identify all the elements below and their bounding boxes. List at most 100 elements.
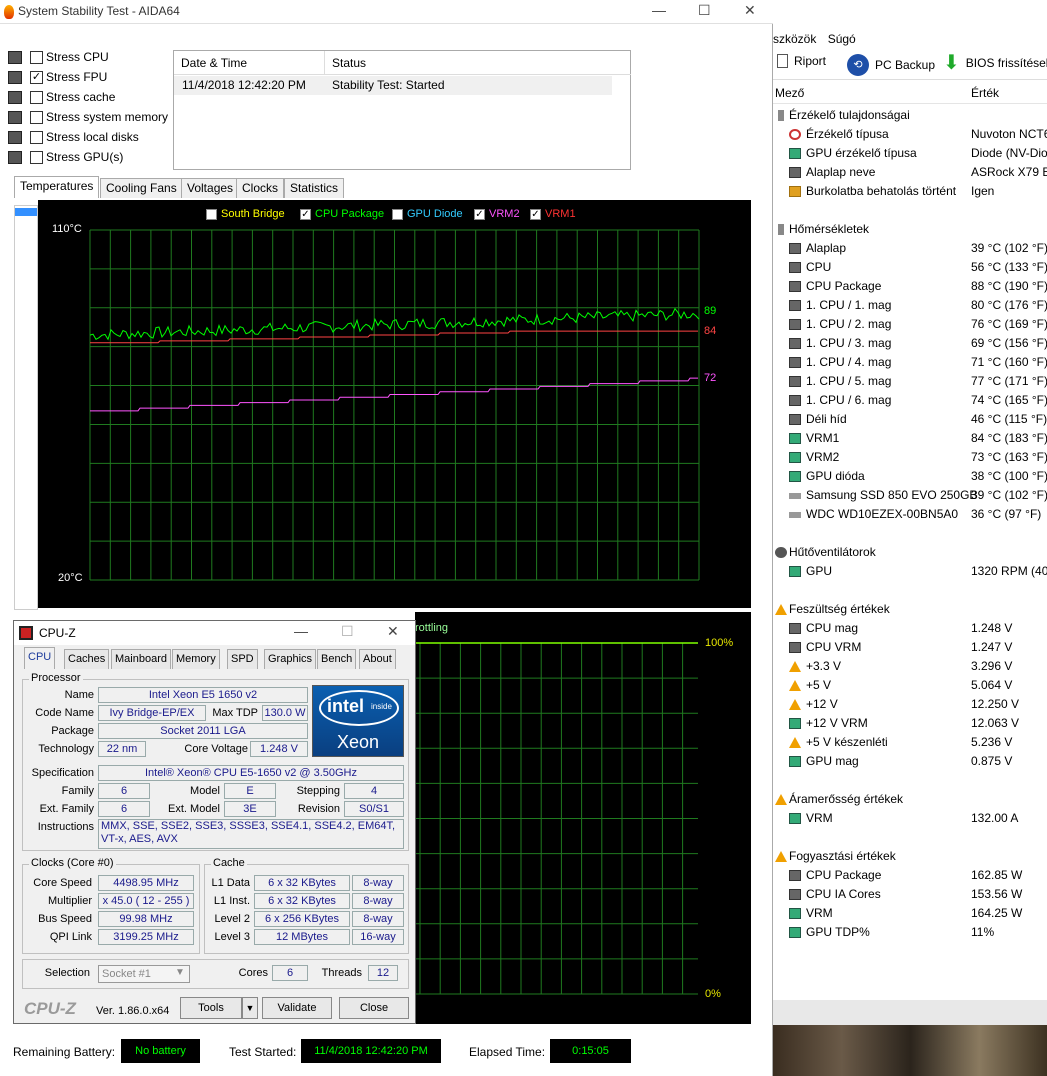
- tab-statistics[interactable]: Statistics: [284, 178, 345, 198]
- sensor-row[interactable]: VRM 164.25 W: [789, 904, 1047, 923]
- stress-option-stress-gpu-s[interactable]: Stress GPU(s): [8, 148, 123, 166]
- cpuz-minimize-button[interactable]: —: [294, 623, 308, 639]
- log-row[interactable]: 11/4/2018 12:42:20 PM Stability Test: St…: [174, 76, 612, 95]
- sensor-row[interactable]: CPU mag 1.248 V: [789, 619, 1047, 638]
- sensor-row[interactable]: Alaplap 39 °C (102 °F): [789, 239, 1047, 258]
- cpuz-window: CPU-Z — ☐ ✕ CPU Caches Mainboard Memory …: [13, 620, 416, 1024]
- sensor-row[interactable]: GPU érzékelő típusa Diode (NV-Dio: [789, 144, 1047, 163]
- gpu-icon: [789, 813, 801, 824]
- sensor-row[interactable]: WDC WD10EZEX-00BN5A0 36 °C (97 °F): [789, 505, 1047, 524]
- sensor-name: +5 V készenléti: [806, 735, 888, 749]
- sensor-row[interactable]: CPU Package 162.85 W: [789, 866, 1047, 885]
- graph-list-scrollbar[interactable]: [14, 205, 38, 610]
- sensor-row[interactable]: VRM 132.00 A: [789, 809, 1047, 828]
- selection-dropdown[interactable]: Socket #1 ▼: [98, 965, 190, 983]
- sensor-section-header[interactable]: Hőmérsékletek: [775, 220, 1045, 239]
- sensor-row[interactable]: +5 V 5.064 V: [789, 676, 1047, 695]
- sensor-row[interactable]: +5 V készenléti 5.236 V: [789, 733, 1047, 752]
- column-header-value[interactable]: Érték: [971, 86, 999, 100]
- sensor-row[interactable]: GPU dióda 38 °C (100 °F): [789, 467, 1047, 486]
- sensor-row[interactable]: 1. CPU / 1. mag 80 °C (176 °F): [789, 296, 1047, 315]
- sensor-row[interactable]: CPU 56 °C (133 °F): [789, 258, 1047, 277]
- tab-clocks[interactable]: Clocks: [236, 178, 285, 198]
- column-header-field[interactable]: Mező: [775, 86, 804, 100]
- tools-dropdown-button[interactable]: ▼: [242, 997, 258, 1019]
- checkbox[interactable]: [30, 130, 43, 144]
- sensor-row[interactable]: GPU 1320 RPM (40%: [789, 562, 1047, 581]
- sensor-row[interactable]: Déli híd 46 °C (115 °F): [789, 410, 1047, 429]
- tab-temperatures[interactable]: Temperatures: [14, 176, 100, 198]
- backup-icon: ⟲: [847, 54, 869, 76]
- sensor-row[interactable]: VRM1 84 °C (183 °F): [789, 429, 1047, 448]
- cpuz-close-button[interactable]: ✕: [387, 623, 399, 640]
- sensor-row[interactable]: Burkolatba behatolás történt Igen: [789, 182, 1047, 201]
- sensor-section-header[interactable]: Áramerősség értékek: [775, 790, 1045, 809]
- sensor-row[interactable]: GPU TDP% 11%: [789, 923, 1047, 942]
- validate-button[interactable]: Validate: [262, 997, 332, 1019]
- sensor-section-header[interactable]: Érzékelő tulajdonságai: [775, 106, 1045, 125]
- cpuz-maximize-button[interactable]: ☐: [341, 623, 354, 640]
- column-header-status[interactable]: Status: [325, 51, 631, 75]
- checkbox[interactable]: [30, 90, 43, 104]
- checkbox[interactable]: [30, 50, 43, 64]
- pc-backup-button[interactable]: ⟲ PC Backup: [847, 54, 935, 76]
- sensor-section-header[interactable]: Hűtőventilátorok: [775, 543, 1045, 562]
- sensor-row[interactable]: Érzékelő típusa Nuvoton NCT6: [789, 125, 1047, 144]
- report-button[interactable]: Riport: [777, 54, 826, 68]
- chip-icon: [789, 414, 801, 425]
- sensor-row[interactable]: VRM2 73 °C (163 °F): [789, 448, 1047, 467]
- checkbox[interactable]: [30, 110, 43, 124]
- tab-voltages[interactable]: Voltages: [181, 178, 240, 198]
- sensor-section-header[interactable]: Feszültség értékek: [775, 600, 1045, 619]
- close-button[interactable]: Close: [339, 997, 409, 1019]
- cpuz-tab-about[interactable]: About: [359, 649, 396, 669]
- cpuz-tab-spd[interactable]: SPD: [227, 649, 258, 669]
- sensor-row[interactable]: +3.3 V 3.296 V: [789, 657, 1047, 676]
- stress-option-stress-system-memory[interactable]: Stress system memory: [8, 108, 168, 126]
- cpuz-tab-bench[interactable]: Bench: [317, 649, 357, 669]
- sensor-section-header[interactable]: Fogyasztási értékek: [775, 847, 1045, 866]
- sensor-row[interactable]: CPU VRM 1.247 V: [789, 638, 1047, 657]
- cpuz-tab-cpu[interactable]: CPU: [24, 647, 56, 669]
- stress-option-stress-fpu[interactable]: ✓ Stress FPU: [8, 68, 107, 86]
- sensor-row[interactable]: Alaplap neve ASRock X79 Ex: [789, 163, 1047, 182]
- stress-option-stress-cache[interactable]: Stress cache: [8, 88, 115, 106]
- sensor-row[interactable]: CPU IA Cores 153.56 W: [789, 885, 1047, 904]
- sensor-row[interactable]: CPU Package 88 °C (190 °F): [789, 277, 1047, 296]
- stress-option-stress-cpu[interactable]: Stress CPU: [8, 48, 109, 66]
- sensor-row[interactable]: +12 V VRM 12.063 V: [789, 714, 1047, 733]
- tools-button[interactable]: Tools: [180, 997, 242, 1019]
- column-header-date[interactable]: Date & Time: [174, 51, 325, 75]
- cpuz-tab-caches[interactable]: Caches: [64, 649, 110, 669]
- sensor-row[interactable]: 1. CPU / 5. mag 77 °C (171 °F): [789, 372, 1047, 391]
- bus-speed-value: 99.98 MHz: [98, 911, 194, 927]
- stress-option-stress-local-disks[interactable]: Stress local disks: [8, 128, 139, 146]
- instructions-label: Instructions: [37, 821, 94, 833]
- menu-item-tools[interactable]: szközök: [773, 32, 816, 46]
- bios-update-button[interactable]: ⬇ BIOS frissítések: [943, 53, 1047, 73]
- maximize-button[interactable]: ☐: [698, 2, 711, 19]
- menu-item-help[interactable]: Súgó: [828, 32, 856, 46]
- sensor-row[interactable]: 1. CPU / 3. mag 69 °C (156 °F): [789, 334, 1047, 353]
- l1-inst-assoc: 8-way: [352, 893, 404, 909]
- tab-cooling-fans[interactable]: Cooling Fans: [100, 178, 183, 198]
- checkbox[interactable]: ✓: [30, 70, 43, 84]
- sensor-row[interactable]: +12 V 12.250 V: [789, 695, 1047, 714]
- minimize-button[interactable]: —: [652, 2, 666, 18]
- hardware-icon: [8, 90, 22, 104]
- sensor-name: CPU IA Cores: [806, 887, 881, 901]
- sensor-name: +12 V: [806, 697, 838, 711]
- sensor-row[interactable]: GPU mag 0.875 V: [789, 752, 1047, 771]
- cpuz-tab-memory[interactable]: Memory: [172, 649, 220, 669]
- cpuz-tab-mainboard[interactable]: Mainboard: [111, 649, 171, 669]
- sensor-row[interactable]: 1. CPU / 6. mag 74 °C (165 °F): [789, 391, 1047, 410]
- version-text: Ver. 1.86.0.x64: [96, 1005, 170, 1017]
- sensor-row[interactable]: 1. CPU / 2. mag 76 °C (169 °F): [789, 315, 1047, 334]
- cpuz-tab-graphics[interactable]: Graphics: [264, 649, 317, 669]
- sensor-row[interactable]: 1. CPU / 4. mag 71 °C (160 °F): [789, 353, 1047, 372]
- sensor-row[interactable]: Samsung SSD 850 EVO 250GB 39 °C (102 °F): [789, 486, 1047, 505]
- sensor-name: GPU: [806, 564, 833, 578]
- checkbox[interactable]: [30, 150, 43, 164]
- sensor-value: 162.85 W: [971, 868, 1023, 882]
- close-button[interactable]: ✕: [744, 2, 756, 19]
